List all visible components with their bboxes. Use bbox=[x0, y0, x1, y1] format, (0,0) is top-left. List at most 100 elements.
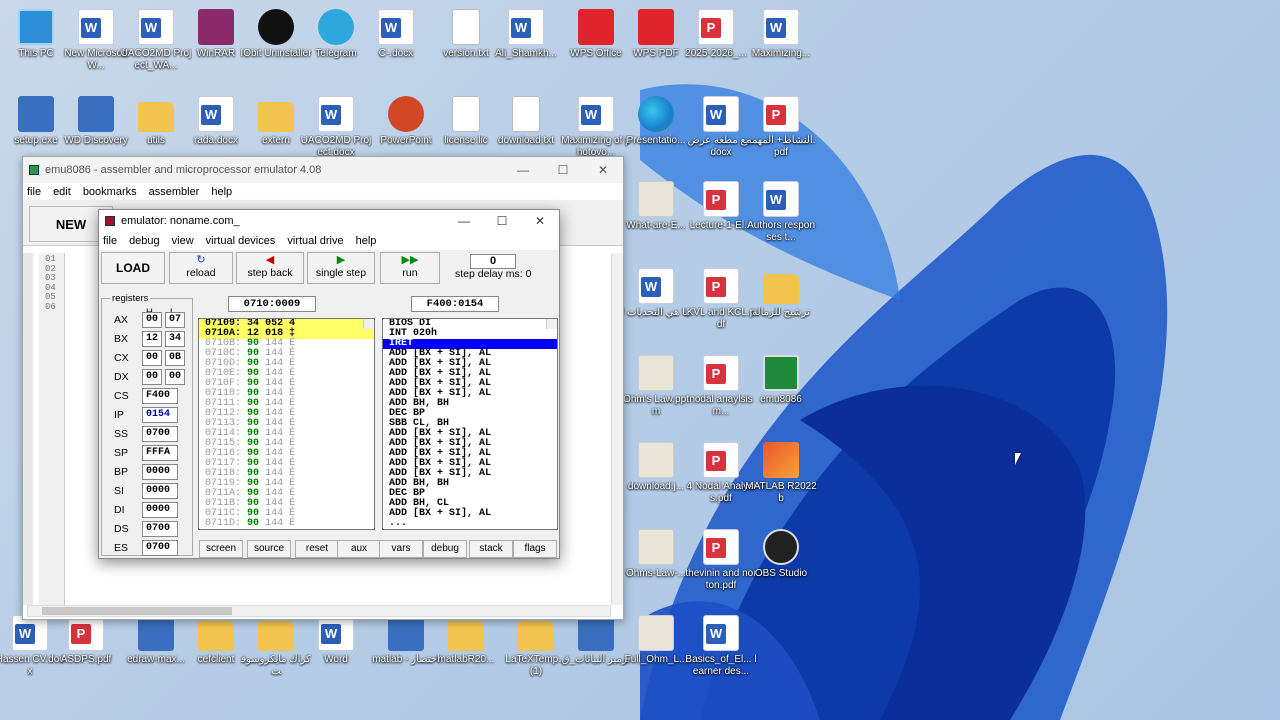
desktop-icon-label: download.j... bbox=[627, 481, 685, 492]
register-name: AX bbox=[114, 314, 129, 326]
maximize-icon[interactable]: ☐ bbox=[483, 214, 521, 228]
editor-title-bar[interactable]: emu8086 - assembler and microprocessor e… bbox=[23, 157, 623, 183]
register-high-value[interactable]: 00 bbox=[142, 350, 162, 366]
desktop-icon[interactable]: C-.docx bbox=[360, 9, 432, 60]
editor-horizontal-scrollbar[interactable] bbox=[27, 605, 611, 617]
debug-button[interactable]: debug bbox=[423, 540, 467, 558]
txt-file-icon bbox=[452, 9, 480, 45]
emu-menu-help[interactable]: help bbox=[356, 235, 377, 247]
editor-vertical-scrollbar[interactable] bbox=[611, 253, 623, 605]
register-low-value[interactable]: 0B bbox=[165, 350, 185, 366]
minimize-icon[interactable]: — bbox=[503, 163, 543, 177]
menu-bookmarks[interactable]: bookmarks bbox=[83, 186, 137, 198]
memory-scrollbar[interactable] bbox=[363, 319, 374, 329]
emu-menu-virtual-devices[interactable]: virtual devices bbox=[206, 235, 276, 247]
reset-button[interactable]: reset bbox=[295, 540, 339, 558]
run-button[interactable]: ▶▶ run bbox=[380, 252, 440, 284]
single-step-button[interactable]: ▶ single step bbox=[307, 252, 375, 284]
desktop-icon[interactable]: Full_Ohm_L... bbox=[620, 615, 692, 666]
screen-button[interactable]: screen bbox=[199, 540, 243, 558]
desktop-icon[interactable]: What-are-E... bbox=[620, 181, 692, 232]
desktop-icon[interactable]: ASDPS.pdf bbox=[50, 615, 122, 666]
ppt-file-icon bbox=[388, 96, 424, 132]
desktop-icon[interactable]: UACO2MD Project.docx bbox=[300, 96, 372, 159]
stack-button[interactable]: stack bbox=[469, 540, 513, 558]
run-label: run bbox=[402, 267, 418, 279]
memory-row[interactable]: 0711D: 90 144 É bbox=[199, 519, 374, 529]
desktop-icon[interactable]: Presentatio... bbox=[620, 96, 692, 147]
register-value[interactable]: F400 bbox=[142, 388, 178, 404]
folder-file-icon bbox=[138, 102, 174, 132]
disassembly-address-input[interactable]: F400:0154 bbox=[411, 296, 499, 312]
register-low-value[interactable]: 00 bbox=[165, 369, 185, 385]
disassembly-scrollbar[interactable] bbox=[546, 319, 557, 329]
desktop-icon[interactable]: Authors responses t... bbox=[745, 181, 817, 244]
desktop-icon[interactable]: download.j... bbox=[620, 442, 692, 493]
emu-menu-view[interactable]: view bbox=[172, 235, 194, 247]
close-icon[interactable]: ✕ bbox=[583, 163, 623, 177]
register-name: DI bbox=[114, 504, 125, 516]
desktop-icon[interactable]: MATLAB R2022b bbox=[745, 442, 817, 505]
chip-file-icon bbox=[763, 355, 799, 391]
register-value[interactable]: 0154 bbox=[142, 407, 178, 423]
maximize-icon[interactable]: ☐ bbox=[543, 163, 583, 177]
step-delay-input[interactable]: 0 bbox=[470, 254, 516, 269]
desktop-icon[interactable]: download.txt bbox=[490, 96, 562, 147]
folder-file-icon bbox=[518, 621, 554, 651]
memory-address-input[interactable]: 0710:0009 bbox=[228, 296, 316, 312]
word-file-icon bbox=[318, 96, 354, 132]
desktop-icon[interactable]: Basics_of_El... learner des... bbox=[685, 615, 757, 678]
desktop-icon[interactable]: Ohms-Law-... bbox=[620, 529, 692, 580]
emulator-title-bar[interactable]: emulator: noname.com_ — ☐ ✕ bbox=[99, 210, 559, 232]
emu-menu-virtual-drive[interactable]: virtual drive bbox=[287, 235, 343, 247]
menu-file[interactable]: file bbox=[27, 186, 41, 198]
minimize-icon[interactable]: — bbox=[445, 214, 483, 228]
register-value[interactable]: 0700 bbox=[142, 426, 178, 442]
desktop-icon[interactable]: Ohm's Law.pptm bbox=[620, 355, 692, 418]
register-value[interactable]: FFFA bbox=[142, 445, 178, 461]
close-icon[interactable]: ✕ bbox=[521, 214, 559, 228]
register-row: SS 0700 bbox=[114, 425, 178, 443]
emulator-window[interactable]: emulator: noname.com_ — ☐ ✕ file debug v… bbox=[98, 209, 560, 559]
register-name: IP bbox=[114, 409, 124, 421]
register-low-value[interactable]: 34 bbox=[165, 331, 185, 347]
register-low-value[interactable]: 07 bbox=[165, 312, 185, 328]
desktop-icon[interactable]: Maximizing... bbox=[745, 9, 817, 60]
desktop-icon[interactable]: matlabR20... bbox=[430, 615, 502, 666]
desktop-icon[interactable]: emu8086 bbox=[745, 355, 817, 406]
desktop-icon[interactable]: النشاط+ المهمه.pdf bbox=[745, 96, 817, 159]
disassembly-row[interactable]: ADD [BX + SI], AL bbox=[383, 509, 557, 519]
load-button[interactable]: LOAD bbox=[101, 252, 165, 284]
menu-help[interactable]: help bbox=[211, 186, 232, 198]
step-back-button[interactable]: ◀ step back bbox=[236, 252, 304, 284]
register-value[interactable]: 0000 bbox=[142, 502, 178, 518]
desktop-icon[interactable]: OBS Studio bbox=[745, 529, 817, 580]
menu-assembler[interactable]: assembler bbox=[149, 186, 200, 198]
desktop-icon[interactable]: ترشيح للزمالة bbox=[745, 268, 817, 319]
register-high-value[interactable]: 00 bbox=[142, 369, 162, 385]
emu-menu-debug[interactable]: debug bbox=[129, 235, 160, 247]
register-value[interactable]: 0000 bbox=[142, 464, 178, 480]
desktop-icon[interactable]: ما هي التحديات ا bbox=[620, 268, 692, 319]
memory-list[interactable]: 07109: 34 052 4 0710A: 12 018 ‡ 0710B: 90 … bbox=[198, 318, 375, 530]
source-button[interactable]: source bbox=[247, 540, 291, 558]
aux-button[interactable]: aux bbox=[337, 540, 381, 558]
desktop-icon[interactable]: Word bbox=[300, 615, 372, 666]
vars-button[interactable]: vars bbox=[379, 540, 423, 558]
register-value[interactable]: 0700 bbox=[142, 540, 178, 556]
step-delay-label: step delay ms: 0 bbox=[455, 268, 532, 280]
register-value[interactable]: 0000 bbox=[142, 483, 178, 499]
reload-button[interactable]: ↻ reload bbox=[169, 252, 233, 284]
emu-menu-file[interactable]: file bbox=[103, 235, 117, 247]
img-file-icon bbox=[638, 442, 674, 478]
register-high-value[interactable]: 12 bbox=[142, 331, 162, 347]
flags-button[interactable]: flags bbox=[513, 540, 557, 558]
register-high-value[interactable]: 00 bbox=[142, 312, 162, 328]
menu-edit[interactable]: edit bbox=[53, 186, 71, 198]
register-value[interactable]: 0700 bbox=[142, 521, 178, 537]
img-file-icon bbox=[638, 355, 674, 391]
desktop-icon[interactable]: 2025-2026_... bbox=[680, 9, 752, 60]
disassembly-row[interactable]: ... bbox=[383, 519, 557, 529]
disassembly-list[interactable]: BIOS DI INT 020h IRET ADD [BX + SI], AL ADD … bbox=[382, 318, 558, 530]
desktop-icon[interactable]: Ali_Shamkh... bbox=[490, 9, 562, 60]
